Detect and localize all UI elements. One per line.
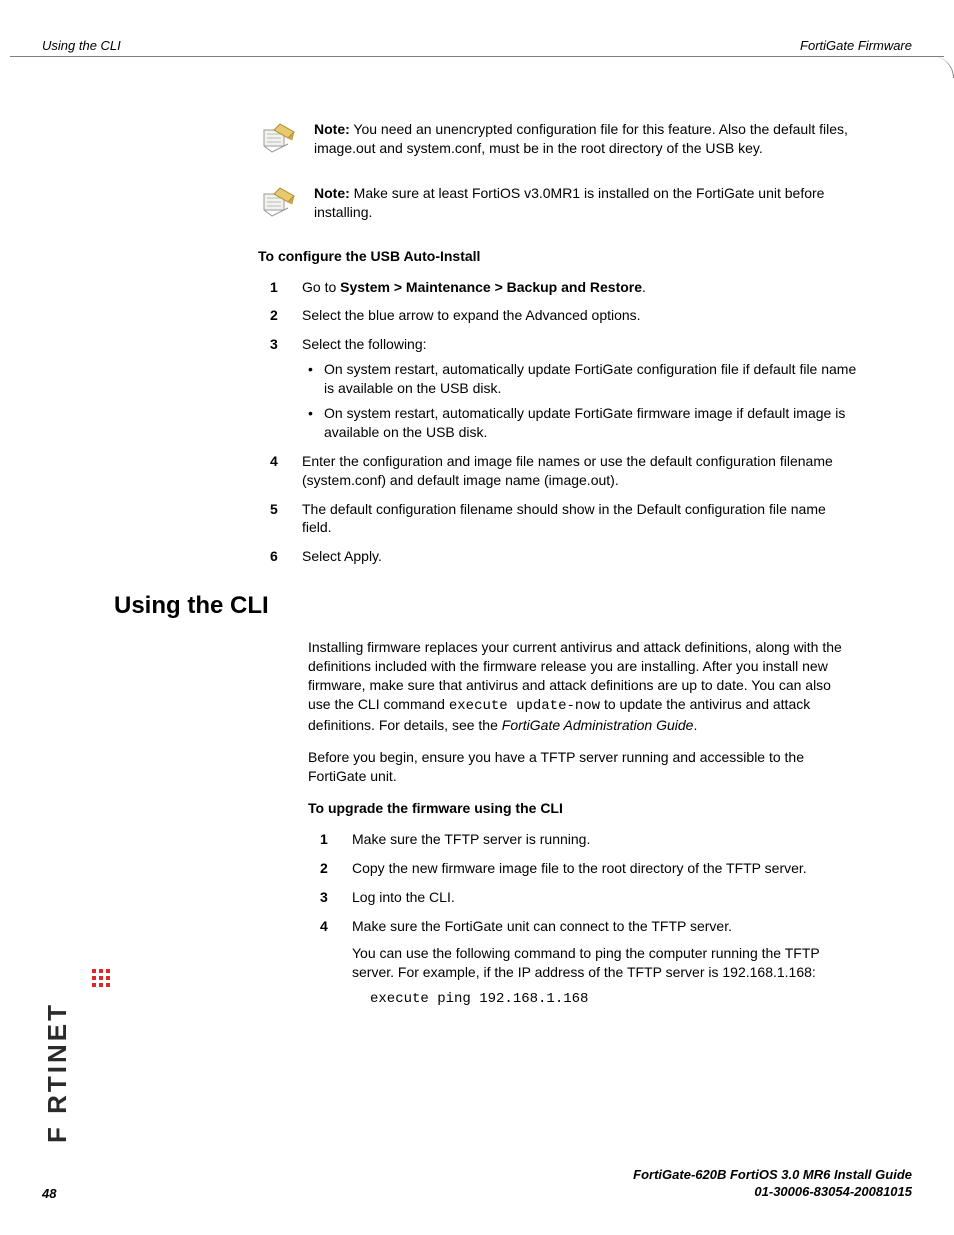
section-heading-using-cli: Using the CLI [114, 592, 269, 620]
step-4: Make sure the FortiGate unit can connect… [308, 917, 856, 1009]
running-header-right: FortiGate Firmware [800, 38, 912, 53]
step-1: Go to System > Maintenance > Backup and … [258, 278, 858, 297]
procedure-heading-2: To upgrade the firmware using the CLI [308, 800, 856, 816]
step-3: Log into the CLI. [308, 888, 856, 907]
fortinet-logo: F RTINET [42, 933, 73, 1143]
footer-doc-info: FortiGate-620B FortiOS 3.0 MR6 Install G… [633, 1167, 912, 1201]
procedure-1-steps: Go to System > Maintenance > Backup and … [258, 278, 858, 567]
step-4: Enter the configuration and image file n… [258, 452, 858, 490]
step-3: Select the following: On system restart,… [258, 335, 858, 441]
note-text-2: Note: Make sure at least FortiOS v3.0MR1… [314, 184, 858, 222]
running-header-left: Using the CLI [42, 38, 121, 53]
note-block-1: Note: You need an unencrypted configurat… [258, 120, 858, 158]
step-1: Make sure the TFTP server is running. [308, 830, 856, 849]
paragraph: Installing firmware replaces your curren… [308, 638, 856, 734]
header-curve [898, 56, 954, 78]
step-2: Copy the new firmware image file to the … [308, 859, 856, 878]
step-5: The default configuration filename shoul… [258, 500, 858, 538]
note-block-2: Note: Make sure at least FortiOS v3.0MR1… [258, 184, 858, 222]
step-4-paragraph: You can use the following command to pin… [352, 944, 856, 982]
code-block: execute ping 192.168.1.168 [370, 990, 856, 1009]
sub-item: On system restart, automatically update … [302, 360, 858, 398]
sub-item: On system restart, automatically update … [302, 404, 858, 442]
note-text-1: Note: You need an unencrypted configurat… [314, 120, 858, 158]
step-3-sublist: On system restart, automatically update … [302, 360, 858, 442]
procedure-heading-1: To configure the USB Auto-Install [258, 248, 858, 264]
step-2: Select the blue arrow to expand the Adva… [258, 306, 858, 325]
paragraph: Before you begin, ensure you have a TFTP… [308, 748, 856, 786]
logo-dots-icon [92, 969, 110, 987]
note-icon [258, 120, 300, 156]
note-icon [258, 184, 300, 220]
header-rule [10, 56, 944, 57]
procedure-2-steps: Make sure the TFTP server is running. Co… [308, 830, 856, 1008]
step-6: Select Apply. [258, 547, 858, 566]
page-number: 48 [42, 1186, 56, 1201]
